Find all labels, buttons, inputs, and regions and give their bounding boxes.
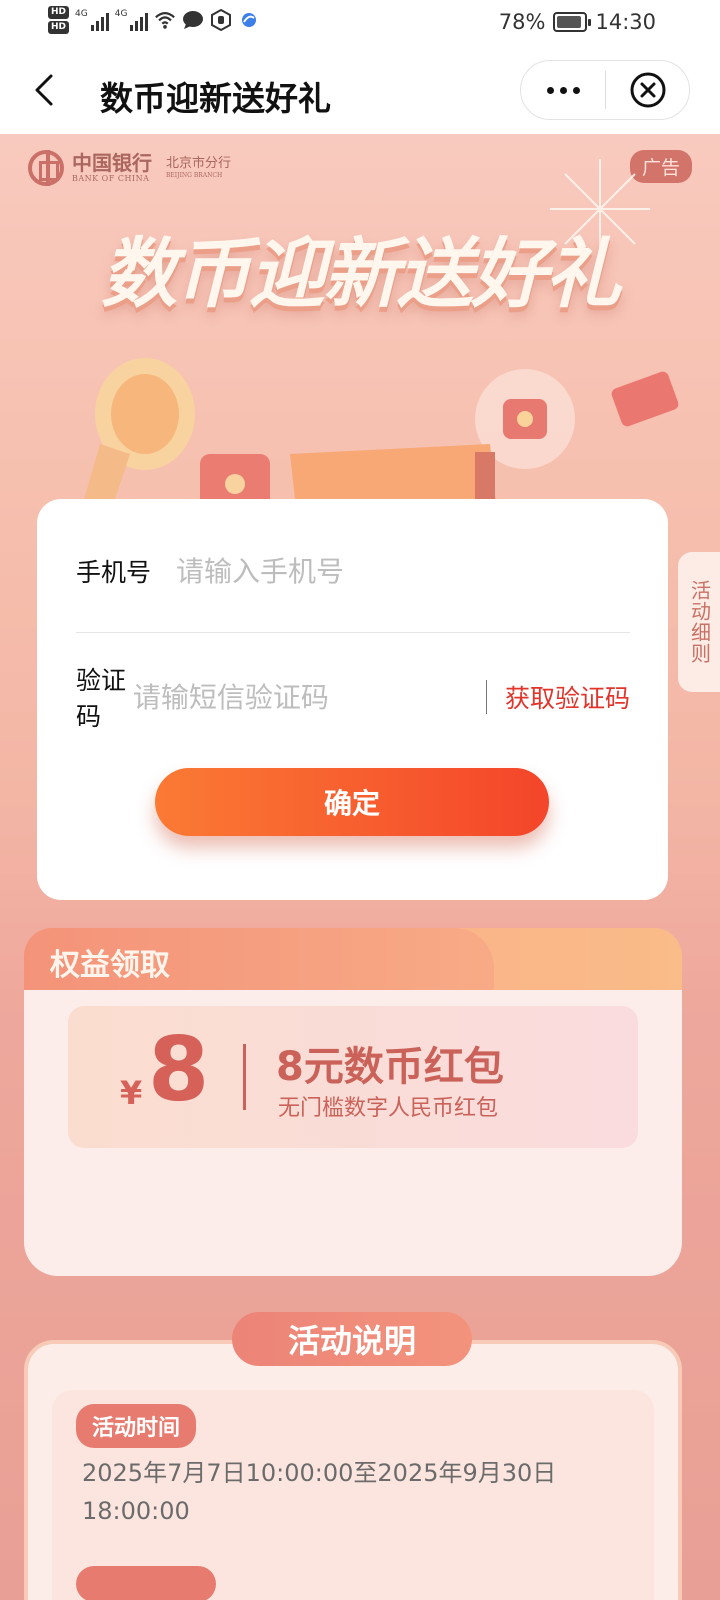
code-divider: [485, 680, 487, 714]
status-icons-left: HD HD 4G 4G: [48, 6, 260, 34]
hd-badge-1: HD: [48, 6, 70, 19]
close-circle-icon: [630, 72, 665, 108]
back-button[interactable]: [22, 68, 66, 112]
battery-percent: 78%: [498, 10, 546, 34]
row-divider: [76, 632, 630, 633]
confirm-button[interactable]: 确定: [155, 768, 549, 836]
close-button[interactable]: [606, 61, 689, 119]
chat-bubble-icon: [182, 9, 204, 31]
phone-input[interactable]: [176, 554, 630, 588]
more-dots-icon: [546, 86, 554, 94]
signal-icon-2: 4G: [115, 9, 149, 31]
status-bar: HD HD 4G 4G 78% 14:30: [0, 0, 720, 50]
status-icons-right: 78% 14:30: [499, 10, 656, 34]
code-input[interactable]: [132, 680, 482, 714]
signal-label-1: 4G: [75, 9, 88, 19]
page-title: 数币迎新送好礼: [100, 79, 331, 118]
wifi-icon: [154, 9, 176, 31]
get-code-button[interactable]: 获取验证码: [505, 679, 630, 715]
phone-row: 手机号: [76, 541, 630, 601]
phone-label: 手机号: [76, 558, 152, 587]
clock: 14:30: [595, 10, 656, 34]
battery-icon: [553, 12, 592, 32]
code-label: 验证码: [76, 666, 127, 731]
verification-modal: 手机号 验证码 获取验证码 确定: [37, 499, 668, 900]
battery-fill: [557, 16, 581, 28]
more-button[interactable]: [521, 61, 605, 119]
code-row: 验证码 获取验证码: [76, 666, 630, 731]
app-notification-icon: [238, 9, 260, 31]
hand-shield-icon: [210, 9, 232, 31]
nav-bar: 数币迎新送好礼: [0, 50, 720, 134]
hd-badge-2: HD: [48, 21, 70, 34]
signal-icon-1: 4G: [75, 9, 109, 31]
signal-label-2: 4G: [114, 9, 128, 19]
mini-program-capsule: [520, 60, 690, 120]
chevron-left-icon: [35, 74, 53, 106]
hd-badges: HD HD: [48, 6, 70, 34]
